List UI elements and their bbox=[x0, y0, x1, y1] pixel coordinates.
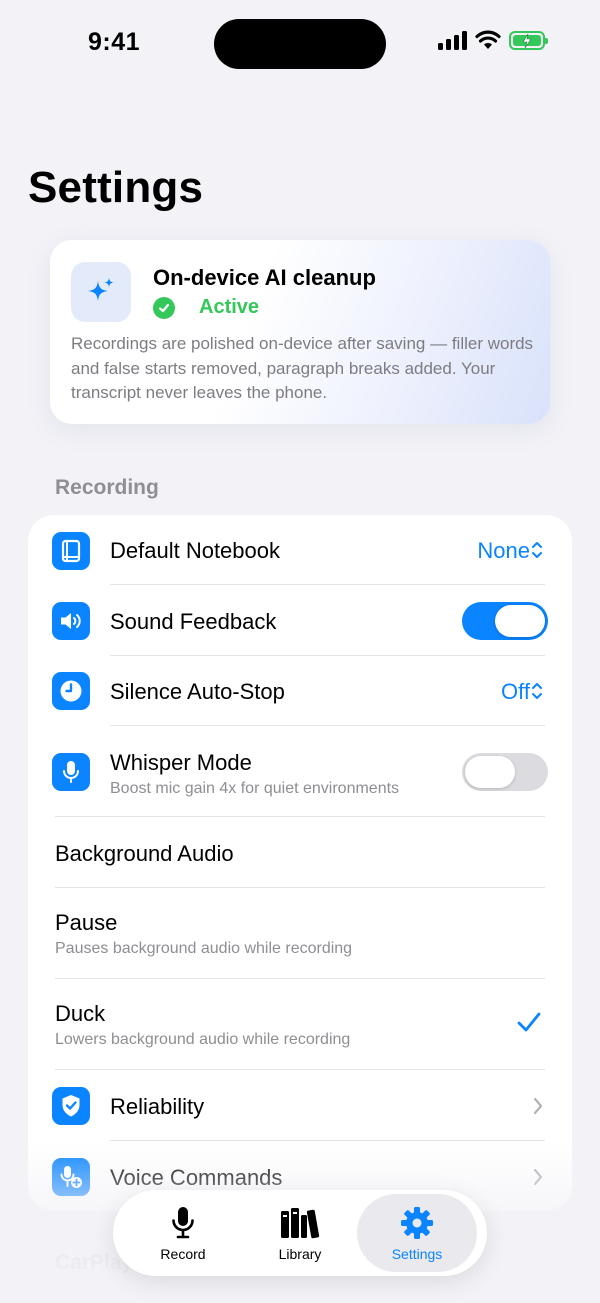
whisper-mode-toggle[interactable] bbox=[462, 753, 548, 791]
silence-auto-stop-value[interactable]: Off bbox=[501, 679, 530, 705]
ai-cleanup-title: On-device AI cleanup bbox=[153, 265, 376, 290]
wifi-icon bbox=[475, 30, 501, 49]
status-time: 9:41 bbox=[88, 28, 141, 56]
dynamic-island bbox=[214, 19, 386, 69]
mic-icon bbox=[52, 753, 90, 791]
speaker-icon bbox=[52, 602, 90, 640]
default-notebook-label: Default Notebook bbox=[110, 538, 280, 563]
background-audio-label: Background Audio bbox=[55, 841, 234, 866]
background-audio-row: Background Audio bbox=[28, 817, 572, 887]
tab-settings[interactable]: Settings bbox=[357, 1194, 477, 1272]
gear-icon bbox=[401, 1207, 433, 1239]
recording-settings-list: Default Notebook None Sound Feedback Sil bbox=[28, 515, 572, 1211]
clock-icon bbox=[52, 672, 90, 710]
option-subtitle: Pauses background audio while recording bbox=[55, 940, 353, 957]
silence-auto-stop-label: Silence Auto-Stop bbox=[110, 679, 285, 704]
background-audio-option-pause[interactable]: Pause Pauses background audio while reco… bbox=[28, 888, 572, 978]
tab-label: Record bbox=[160, 1246, 206, 1262]
ai-cleanup-description: Recordings are polished on-device after … bbox=[71, 334, 534, 402]
chevron-up-down-icon bbox=[532, 683, 542, 699]
option-label: Duck bbox=[55, 1001, 106, 1026]
section-header-recording: Recording bbox=[55, 476, 159, 499]
checkmark-icon bbox=[517, 1012, 541, 1032]
background-audio-option-duck[interactable]: Duck Lowers background audio while recor… bbox=[28, 979, 572, 1069]
chevron-right-icon bbox=[533, 1097, 543, 1115]
tab-label: Library bbox=[278, 1246, 322, 1262]
mic-icon bbox=[172, 1207, 194, 1239]
book-icon bbox=[52, 532, 90, 570]
status-icons bbox=[438, 30, 548, 50]
whisper-mode-label: Whisper Mode bbox=[110, 750, 252, 775]
default-notebook-row[interactable]: Default Notebook None bbox=[28, 515, 572, 585]
chevron-right-icon bbox=[533, 1168, 543, 1186]
voice-commands-label: Voice Commands bbox=[110, 1165, 283, 1190]
default-notebook-value[interactable]: None bbox=[477, 538, 530, 564]
silence-auto-stop-row[interactable]: Silence Auto-Stop Off bbox=[28, 656, 572, 726]
ai-cleanup-status: Active bbox=[153, 296, 259, 319]
battery-charging-icon bbox=[509, 30, 548, 50]
whisper-mode-row: Whisper Mode Boost mic gain 4x for quiet… bbox=[28, 726, 572, 817]
sparkles-icon bbox=[71, 262, 131, 322]
cellular-signal-icon bbox=[438, 30, 467, 50]
checkmark-circle-icon bbox=[153, 296, 175, 319]
page-title: Settings bbox=[28, 163, 204, 212]
sound-feedback-row: Sound Feedback bbox=[28, 585, 572, 656]
mic-plus-icon bbox=[52, 1158, 90, 1196]
books-icon bbox=[281, 1208, 320, 1239]
reliability-label: Reliability bbox=[110, 1094, 205, 1119]
reliability-row[interactable]: Reliability bbox=[28, 1070, 572, 1140]
whisper-mode-subtitle: Boost mic gain 4x for quiet environments bbox=[110, 780, 400, 797]
status-badge: Active bbox=[199, 296, 260, 318]
tab-library[interactable]: Library bbox=[240, 1194, 360, 1272]
sound-feedback-label: Sound Feedback bbox=[110, 609, 277, 634]
option-label: Pause bbox=[55, 910, 118, 935]
sound-feedback-toggle[interactable] bbox=[462, 602, 548, 640]
tab-label: Settings bbox=[391, 1246, 443, 1262]
option-subtitle: Lowers background audio while recording bbox=[55, 1031, 351, 1048]
tab-record[interactable]: Record bbox=[123, 1194, 243, 1272]
chevron-up-down-icon bbox=[532, 542, 542, 558]
tab-bar: Record Library Settings bbox=[113, 1190, 487, 1276]
ai-cleanup-card: On-device AI cleanup Active Recordings a… bbox=[50, 240, 550, 424]
shield-check-icon bbox=[52, 1087, 90, 1125]
